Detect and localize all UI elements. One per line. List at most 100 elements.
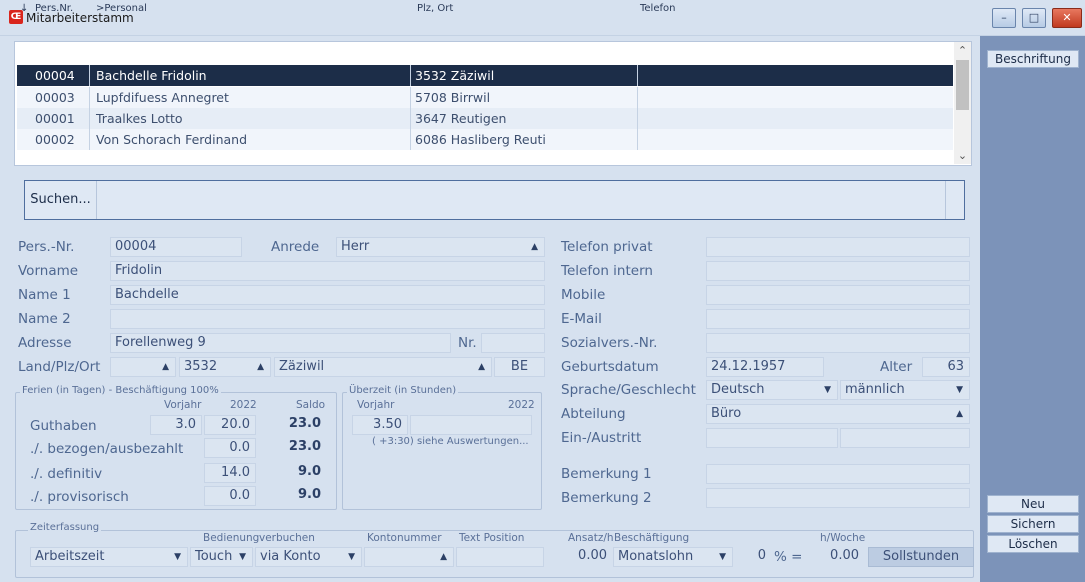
konto-select[interactable]: ▲ <box>364 547 454 567</box>
close-button[interactable]: ✕ <box>1052 8 1082 28</box>
cell-name: Von Schorach Ferdinand <box>96 132 248 147</box>
email-field[interactable] <box>706 309 970 329</box>
guthaben-saldo: 23.0 <box>288 416 321 431</box>
search-button[interactable]: Suchen... <box>25 181 97 219</box>
sollstunden-button[interactable]: Sollstunden <box>868 547 974 567</box>
email-label: E-Mail <box>561 311 602 327</box>
bedienung-value: Touch <box>195 549 233 564</box>
adresse-field[interactable]: Forellenweg 9 <box>110 333 451 353</box>
provisorisch-year[interactable]: 0.0 <box>204 486 256 506</box>
cell-name: Lupfdifuess Annegret <box>96 90 229 105</box>
hwoche-label: h/Woche <box>820 532 866 544</box>
sprache-label: Sprache/Geschlecht <box>561 382 696 398</box>
kanton-field[interactable]: BE <box>494 357 545 377</box>
anrede-value: Herr <box>341 239 370 254</box>
column-header-ort[interactable]: Plz, Ort <box>417 0 453 18</box>
ansatz-field[interactable]: 0.00 <box>546 547 612 567</box>
column-header-telefon[interactable]: Telefon <box>640 0 675 18</box>
search-bar-divider <box>945 181 946 219</box>
new-button[interactable]: Neu <box>987 495 1079 513</box>
ort-select[interactable]: Zäziwil ▲ <box>274 357 492 377</box>
anrede-select[interactable]: Herr ▲ <box>336 237 545 257</box>
name2-field[interactable] <box>110 309 545 329</box>
tel-privat-label: Telefon privat <box>561 239 653 255</box>
austritt-field[interactable] <box>840 428 970 448</box>
bem1-field[interactable] <box>706 464 970 484</box>
eintritt-field[interactable] <box>706 428 838 448</box>
persnr-label: Pers.-Nr. <box>18 239 75 255</box>
column-header-personal[interactable]: >Personal <box>96 0 147 18</box>
label-button[interactable]: Beschriftung <box>987 50 1079 68</box>
chevron-up-icon: ▲ <box>257 362 264 372</box>
table-row[interactable]: 00002 Von Schorach Ferdinand 6086 Haslib… <box>17 129 953 150</box>
table-row[interactable]: 00001 Traalkes Lotto 3647 Reutigen <box>17 108 953 129</box>
land-select[interactable]: ▲ <box>110 357 176 377</box>
delete-button[interactable]: Löschen <box>987 535 1079 553</box>
ueberzeit-note[interactable]: ( +3:30) siehe Auswertungen... <box>372 436 529 447</box>
ueberzeit-year[interactable] <box>410 415 532 435</box>
geschlecht-select[interactable]: männlich ▼ <box>840 380 970 400</box>
geburt-field[interactable]: 24.12.1957 <box>706 357 824 377</box>
tel-privat-field[interactable] <box>706 237 970 257</box>
tel-intern-field[interactable] <box>706 261 970 281</box>
cell-name: Traalkes Lotto <box>96 111 183 126</box>
search-bar <box>24 180 965 220</box>
name1-label: Name 1 <box>18 287 71 303</box>
beschaeft-label: Beschäftigung <box>614 532 690 544</box>
plz-select[interactable]: 3532 ▲ <box>179 357 271 377</box>
bezogen-label: ./. bezogen/ausbezahlt <box>30 441 184 457</box>
bem2-field[interactable] <box>706 488 970 508</box>
prozent-field[interactable]: 0 <box>735 547 771 567</box>
ueberzeit-vorjahr[interactable]: 3.50 <box>352 415 408 435</box>
textpos-field[interactable] <box>456 547 544 567</box>
verbuchen-select[interactable]: via Konto ▼ <box>255 547 362 567</box>
bem2-label: Bemerkung 2 <box>561 490 652 506</box>
zeiterfassung-title: Zeiterfassung <box>28 522 102 533</box>
alter-field: 63 <box>922 357 970 377</box>
sort-icon[interactable]: ↓ <box>20 0 28 18</box>
guthaben-year[interactable]: 20.0 <box>204 415 256 435</box>
beschaeft-select[interactable]: Monatslohn ▼ <box>613 547 733 567</box>
alter-label: Alter <box>880 359 913 375</box>
verbuchen-value: via Konto <box>260 549 321 564</box>
cell-ort: 3647 Reutigen <box>415 111 507 126</box>
nr-field[interactable] <box>481 333 545 353</box>
vorname-field[interactable]: Fridolin <box>110 261 545 281</box>
guthaben-vorjahr[interactable]: 3.0 <box>150 415 202 435</box>
ueberzeit-col-vorjahr: Vorjahr <box>357 399 395 411</box>
chevron-down-icon: ▼ <box>239 552 246 562</box>
mobile-label: Mobile <box>561 287 606 303</box>
anrede-label: Anrede <box>271 239 320 255</box>
maximize-button[interactable]: □ <box>1022 8 1046 28</box>
ueberzeit-title: Überzeit (in Stunden) <box>347 385 459 396</box>
cell-nr: 00001 <box>35 111 75 126</box>
bem1-label: Bemerkung 1 <box>561 466 652 482</box>
persnr-field[interactable]: 00004 <box>110 237 242 257</box>
mobile-field[interactable] <box>706 285 970 305</box>
chevron-down-icon: ▼ <box>824 385 831 395</box>
minimize-button[interactable]: – <box>992 8 1016 28</box>
definitiv-year[interactable]: 14.0 <box>204 463 256 483</box>
provisorisch-label: ./. provisorisch <box>30 489 129 505</box>
table-row[interactable]: 00004 Bachdelle Fridolin 3532 Zäziwil <box>17 65 953 86</box>
vorname-label: Vorname <box>18 263 79 279</box>
save-button[interactable]: Sichern <box>987 515 1079 533</box>
abteilung-value: Büro <box>711 406 742 421</box>
name1-field[interactable]: Bachdelle <box>110 285 545 305</box>
scroll-up-icon[interactable]: ⌃ <box>954 43 971 59</box>
zeit-art-select[interactable]: Arbeitszeit ▼ <box>30 547 188 567</box>
scrollbar-thumb[interactable] <box>956 60 969 110</box>
bedienung-select[interactable]: Touch ▼ <box>190 547 253 567</box>
title-bar <box>0 0 1085 36</box>
cell-ort: 5708 Birrwil <box>415 90 491 105</box>
sprache-select[interactable]: Deutsch ▼ <box>706 380 838 400</box>
abteilung-select[interactable]: Büro ▲ <box>706 404 970 424</box>
table-row[interactable]: 00003 Lupfdifuess Annegret 5708 Birrwil <box>17 87 953 108</box>
bezogen-year[interactable]: 0.0 <box>204 438 256 458</box>
cell-nr: 00002 <box>35 132 75 147</box>
scroll-down-icon[interactable]: ⌄ <box>954 148 971 164</box>
plz-value: 3532 <box>184 359 218 374</box>
sozial-field[interactable] <box>706 333 970 353</box>
column-header-nr[interactable]: Pers.Nr. <box>35 0 73 18</box>
hwoche-field[interactable]: 0.00 <box>810 547 864 567</box>
